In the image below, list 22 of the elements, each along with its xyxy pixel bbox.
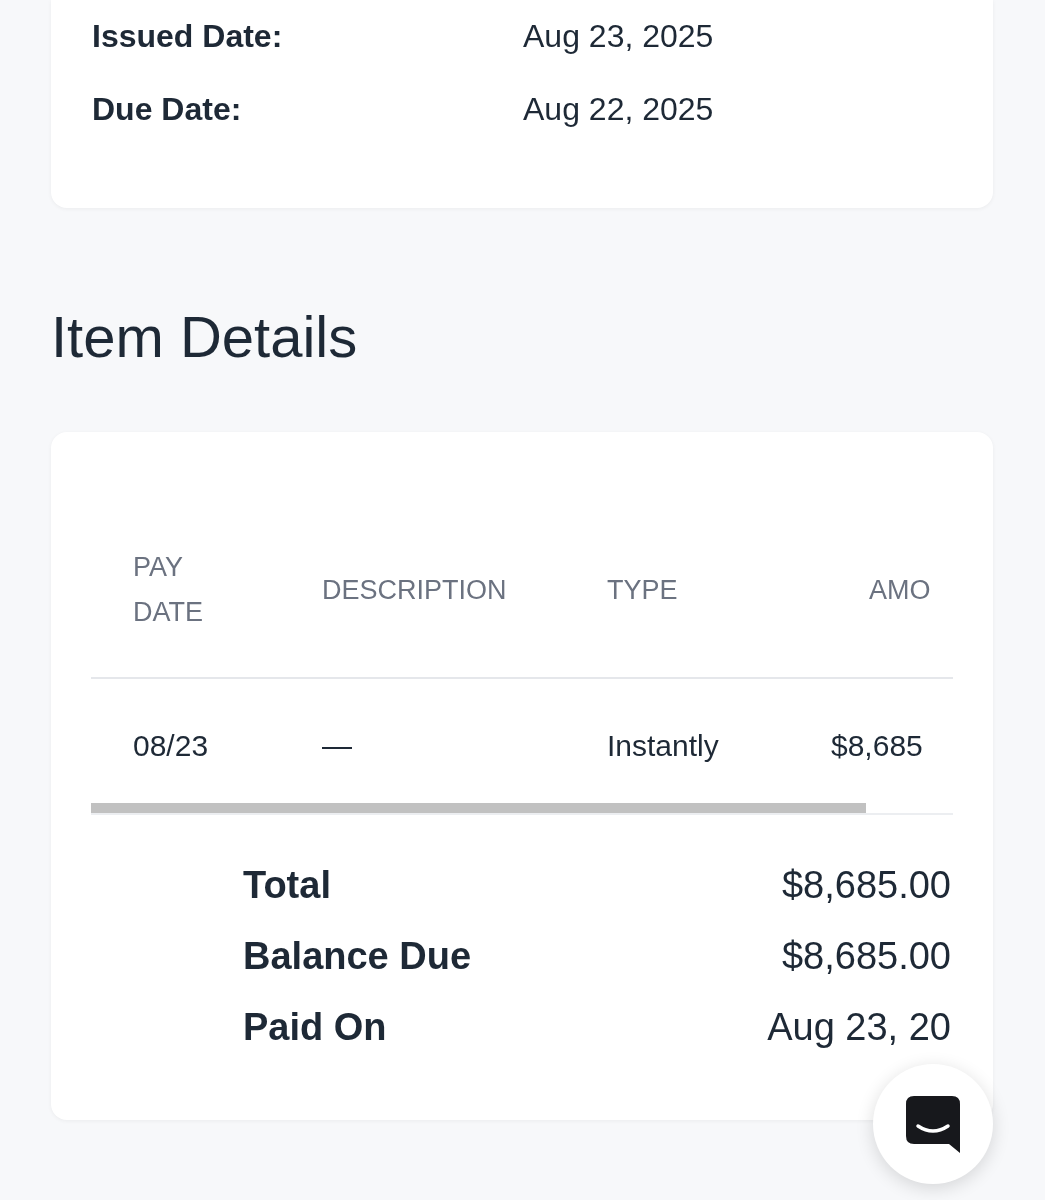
column-header: DESCRIPTION [322, 573, 507, 607]
summary-value: $8,685.00 [781, 864, 951, 906]
detail-value: Aug 22, 2025 [523, 91, 714, 128]
scrollbar-thumb[interactable] [91, 803, 866, 813]
summary-label: Total [243, 864, 331, 906]
detail-value: Aug 23, 2025 [523, 18, 714, 55]
column-header: TYPE [607, 573, 678, 607]
table-cell-text: $8,685 [831, 728, 923, 764]
table-cell-text: — [322, 728, 352, 764]
chat-bubble-icon [906, 1095, 960, 1153]
table-cell-text: 08/23 [133, 728, 209, 764]
summary-label: Balance Due [243, 935, 472, 977]
section-title: Item Details [51, 303, 358, 371]
summary-label: Paid On [243, 1006, 387, 1048]
detail-label: Issued Date: [92, 18, 283, 55]
column-header: PAY DATE [133, 551, 203, 629]
column-header: AMO [869, 573, 931, 607]
detail-label: Due Date: [92, 91, 242, 128]
horizontal-scrollbar[interactable] [91, 803, 953, 815]
summary-value: $8,685.00 [781, 935, 951, 977]
summary-value: Aug 23, 20 [767, 1006, 951, 1048]
table-cell-text: Instantly [607, 728, 719, 764]
